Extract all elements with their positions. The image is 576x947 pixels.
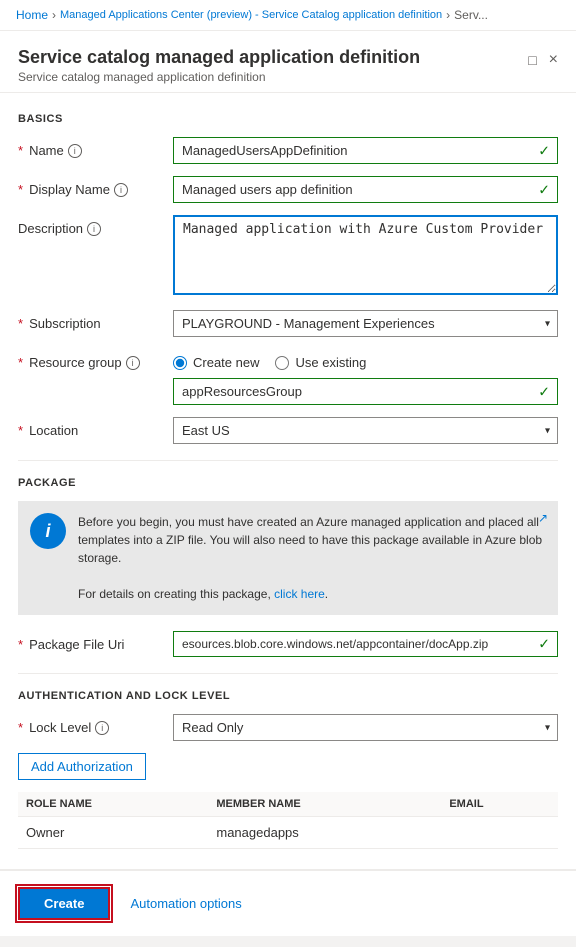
resource-group-check-icon: ✓ (538, 383, 550, 400)
resource-group-input[interactable] (173, 378, 558, 405)
package-uri-input[interactable] (173, 631, 558, 657)
cell-email (441, 817, 558, 849)
subscription-label: * Subscription (18, 310, 173, 331)
breadcrumb: Home › Managed Applications Center (prev… (0, 0, 576, 31)
auth-title: AUTHENTICATION AND LOCK LEVEL (18, 690, 558, 702)
package-uri-input-wrap: ✓ (173, 631, 558, 657)
breadcrumb-managed-apps[interactable]: Managed Applications Center (preview) - … (60, 9, 442, 21)
table-row: Owner managedapps (18, 817, 558, 849)
auth-section: AUTHENTICATION AND LOCK LEVEL * Lock Lev… (18, 690, 558, 849)
breadcrumb-home[interactable]: Home (16, 8, 48, 22)
package-uri-label: * Package File Uri (18, 631, 173, 652)
package-info-box: i Before you begin, you must have create… (18, 501, 558, 615)
description-row: Description i Managed application with A… (18, 215, 558, 298)
display-name-input[interactable] (173, 176, 558, 203)
use-existing-label: Use existing (295, 355, 366, 370)
resource-group-options-wrap: Create new Use existing ✓ (173, 349, 558, 405)
location-select-wrap: East US ▾ (173, 417, 558, 444)
location-select[interactable]: East US (173, 417, 558, 444)
display-name-input-wrap: ✓ (173, 176, 558, 203)
subscription-required: * (18, 316, 23, 331)
basics-title: BASICS (18, 113, 558, 125)
description-input[interactable]: Managed application with Azure Custom Pr… (173, 215, 558, 295)
name-label: * Name i (18, 137, 173, 158)
description-label: Description i (18, 215, 173, 236)
lock-level-label: * Lock Level i (18, 714, 173, 735)
automation-options-link[interactable]: Automation options (130, 896, 241, 911)
package-uri-check-icon: ✓ (538, 636, 550, 653)
lock-level-row: * Lock Level i Read Only ▾ (18, 714, 558, 741)
resource-group-info-icon[interactable]: i (126, 356, 140, 370)
page-header: Service catalog managed application defi… (0, 31, 576, 93)
display-name-required: * (18, 182, 23, 197)
col-role-name: ROLE NAME (18, 792, 208, 817)
col-email: EMAIL (441, 792, 558, 817)
name-input[interactable] (173, 137, 558, 164)
create-new-label: Create new (193, 355, 259, 370)
location-label: * Location (18, 417, 173, 438)
info-box-icon: i (30, 513, 66, 549)
name-check-icon: ✓ (538, 142, 550, 159)
package-title: PACKAGE (18, 477, 558, 489)
main-container: Service catalog managed application defi… (0, 31, 576, 936)
cell-member-name: managedapps (208, 817, 441, 849)
location-row: * Location East US ▾ (18, 417, 558, 444)
page-subtitle: Service catalog managed application defi… (18, 70, 420, 84)
location-required: * (18, 423, 23, 438)
resource-group-radio-group: Create new Use existing (173, 349, 558, 370)
lock-level-select-wrap: Read Only ▾ (173, 714, 558, 741)
info-box-link[interactable]: click here (274, 587, 325, 601)
info-box-text: Before you begin, you must have created … (78, 513, 546, 603)
name-info-icon[interactable]: i (68, 144, 82, 158)
display-name-check-icon: ✓ (538, 181, 550, 198)
name-required: * (18, 143, 23, 158)
create-new-option[interactable]: Create new (173, 355, 259, 370)
breadcrumb-current: Serv... (454, 8, 488, 22)
authorization-table: ROLE NAME MEMBER NAME EMAIL Owner manage… (18, 792, 558, 849)
description-input-wrap: Managed application with Azure Custom Pr… (173, 215, 558, 298)
package-uri-row: * Package File Uri ✓ (18, 631, 558, 657)
close-icon[interactable]: × (549, 51, 558, 69)
basics-package-divider (18, 460, 558, 461)
name-row: * Name i ✓ (18, 137, 558, 164)
use-existing-radio[interactable] (275, 356, 289, 370)
name-input-wrap: ✓ (173, 137, 558, 164)
cell-role-name: Owner (18, 817, 208, 849)
package-section: PACKAGE i Before you begin, you must hav… (18, 477, 558, 657)
lock-level-select[interactable]: Read Only (173, 714, 558, 741)
package-uri-required: * (18, 637, 23, 652)
create-new-radio[interactable] (173, 356, 187, 370)
maximize-icon[interactable]: □ (528, 52, 536, 68)
subscription-select-wrap: PLAYGROUND - Management Experiences ▾ (173, 310, 558, 337)
col-member-name: MEMBER NAME (208, 792, 441, 817)
external-link-icon[interactable]: ↗ (538, 511, 548, 525)
display-name-label: * Display Name i (18, 176, 173, 197)
page-footer: Create Automation options (0, 869, 576, 936)
use-existing-option[interactable]: Use existing (275, 355, 366, 370)
display-name-info-icon[interactable]: i (114, 183, 128, 197)
form-content: BASICS * Name i ✓ * Display Name i (0, 93, 576, 869)
page-title: Service catalog managed application defi… (18, 47, 420, 68)
display-name-row: * Display Name i ✓ (18, 176, 558, 203)
table-header-row: ROLE NAME MEMBER NAME EMAIL (18, 792, 558, 817)
create-button[interactable]: Create (18, 887, 110, 920)
resource-group-row: * Resource group i Create new Use existi… (18, 349, 558, 405)
info-box-text2-prefix: For details on creating this package, (78, 587, 274, 601)
add-authorization-button[interactable]: Add Authorization (18, 753, 146, 780)
subscription-select[interactable]: PLAYGROUND - Management Experiences (173, 310, 558, 337)
subscription-row: * Subscription PLAYGROUND - Management E… (18, 310, 558, 337)
header-left: Service catalog managed application defi… (18, 47, 420, 84)
lock-level-required: * (18, 720, 23, 735)
resource-group-input-wrap: ✓ (173, 378, 558, 405)
lock-level-info-icon[interactable]: i (95, 721, 109, 735)
package-auth-divider (18, 673, 558, 674)
description-info-icon[interactable]: i (87, 222, 101, 236)
basics-section: BASICS * Name i ✓ * Display Name i (18, 113, 558, 444)
header-icons: □ × (528, 51, 558, 69)
resource-group-required: * (18, 355, 23, 370)
resource-group-label: * Resource group i (18, 349, 173, 370)
